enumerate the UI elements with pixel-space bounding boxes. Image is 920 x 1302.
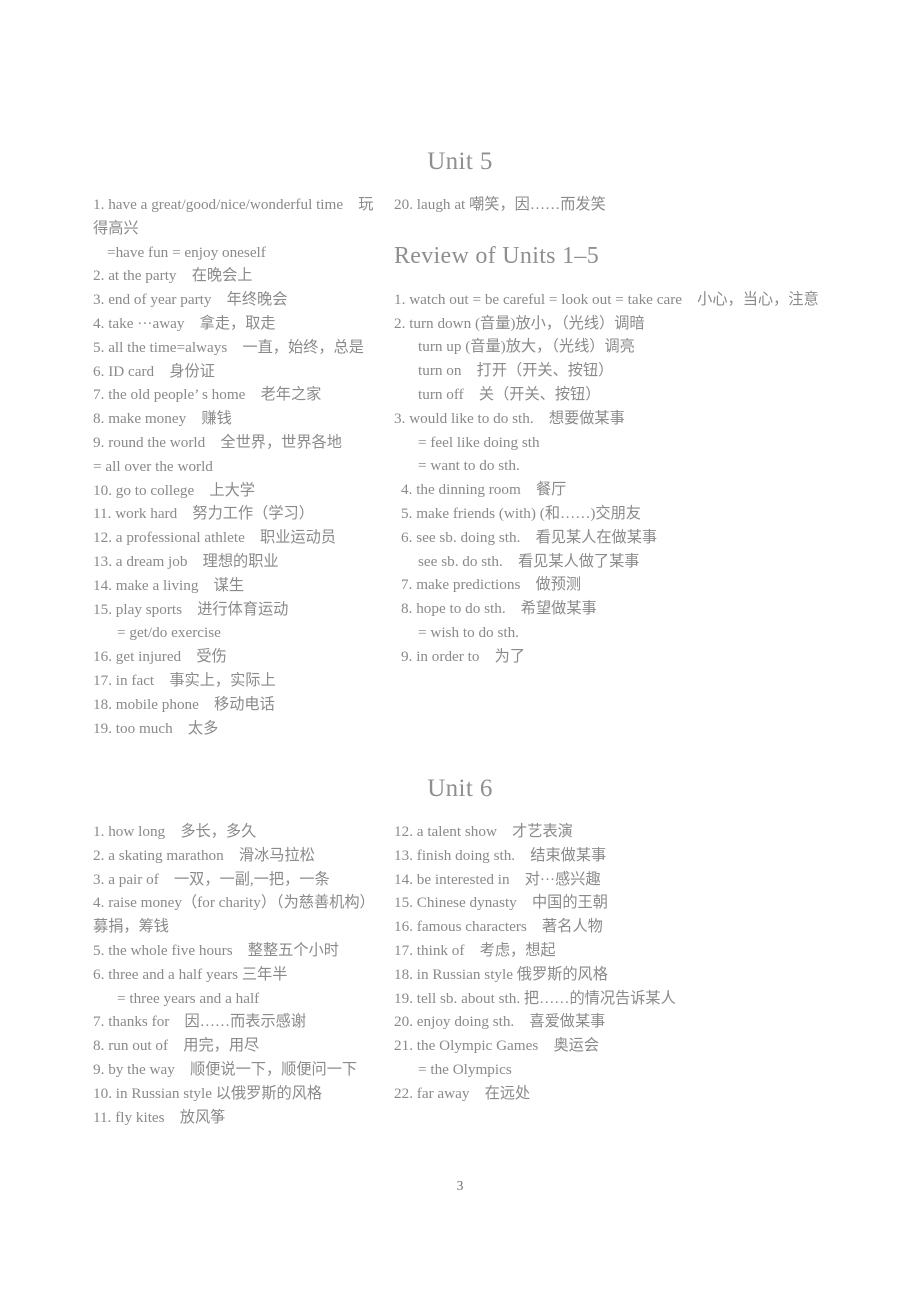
unit6-left-entry-list: 1. how long 多长，多久 2. a skating marathon 滑… xyxy=(93,820,385,1129)
unit5-body: 1. have a great/good/nice/wonderful time… xyxy=(0,193,920,740)
phrase-entry: = all over the world xyxy=(93,457,213,475)
phrase-entry: 4. the dinning room 餐厅 xyxy=(401,481,567,499)
unit6-right-column: 12. a talent show 才艺表演 13. finish doing s… xyxy=(385,820,840,1106)
phrase-entry: 20. enjoy doing sth. 喜爱做某事 xyxy=(394,1013,606,1031)
phrase-entry: 6. ID card 身份证 xyxy=(93,362,215,380)
phrase-entry: 1. watch out = be careful = look out = t… xyxy=(394,290,819,308)
phrase-entry: 7. thanks for 因……而表示感谢 xyxy=(93,1013,307,1031)
phrase-entry: = get/do exercise xyxy=(117,624,221,642)
phrase-entry: 12. a professional athlete 职业运动员 xyxy=(93,529,336,547)
phrase-entry: 4. take ···away 拿走，取走 xyxy=(93,314,276,332)
phrase-entry: 16. famous characters 著名人物 xyxy=(394,918,603,936)
phrase-entry: 1. have a great/good/nice/wonderful time… xyxy=(93,196,374,237)
phrase-entry: 12. a talent show 才艺表演 xyxy=(394,823,573,840)
phrase-entry: 13. finish doing sth. 结束做某事 xyxy=(394,846,607,864)
phrase-entry: 9. by the way 顺便说一下，顺便问一下 xyxy=(93,1060,358,1078)
phrase-entry: 15. Chinese dynasty 中国的王朝 xyxy=(394,894,608,912)
phrase-entry: 9. in order to 为了 xyxy=(401,647,526,665)
phrase-entry: 8. hope to do sth. 希望做某事 xyxy=(401,600,597,618)
phrase-entry: 17. think of 考虑，想起 xyxy=(394,941,556,959)
phrase-entry: 7. make predictions 做预测 xyxy=(401,576,582,594)
phrase-entry: 16. get injured 受伤 xyxy=(93,648,227,666)
phrase-entry: turn up (音量)放大，（光线）调亮 xyxy=(418,338,635,356)
phrase-entry: 18. mobile phone 移动电话 xyxy=(93,695,275,713)
phrase-entry: 17. in fact 事实上，实际上 xyxy=(93,671,276,689)
unit5-left-entry-list: 1. have a great/good/nice/wonderful time… xyxy=(93,193,385,740)
phrase-entry: see sb. do sth. 看见某人做了某事 xyxy=(418,552,640,570)
phrase-entry: turn off 关（开关、按钮） xyxy=(418,385,601,403)
phrase-entry: 15. play sports 进行体育运动 xyxy=(93,600,289,618)
unit5-heading: Unit 5 xyxy=(427,148,493,175)
phrase-entry: 7. the old people’ s home 老年之家 xyxy=(93,386,322,404)
phrase-entry: = want to do sth. xyxy=(418,457,520,475)
phrase-entry: 22. far away 在远处 xyxy=(394,1084,531,1102)
phrase-entry: 5. the whole five hours 整整五个小时 xyxy=(93,941,339,959)
phrase-entry: 3. would like to do sth. 想要做某事 xyxy=(394,409,625,427)
phrase-entry: 1. how long 多长，多久 xyxy=(93,823,257,840)
phrase-entry: 2. a skating marathon 滑冰马拉松 xyxy=(93,846,315,864)
phrase-entry: = feel like doing sth xyxy=(418,433,540,451)
phrase-entry: 20. laugh at 嘲笑，因……而发笑 xyxy=(394,196,606,213)
phrase-entry: 14. make a living 谋生 xyxy=(93,576,245,594)
document-page: Unit 5 1. have a great/good/nice/wonderf… xyxy=(0,0,920,1302)
phrase-entry: 21. the Olympic Games 奥运会 xyxy=(394,1037,600,1055)
phrase-entry: 3. a pair of 一双，一副,一把，一条 xyxy=(93,870,330,888)
phrase-entry: = three years and a half xyxy=(117,989,260,1007)
phrase-entry: 10. in Russian style 以俄罗斯的风格 xyxy=(93,1084,323,1102)
phrase-entry: 19. tell sb. about sth. 把……的情况告诉某人 xyxy=(394,989,676,1007)
phrase-entry: turn on 打开（开关、按钮） xyxy=(418,362,614,380)
phrase-entry: 4. raise money（for charity）（为慈善机构）募捐，筹钱 xyxy=(93,894,375,936)
unit6-right-entry-list: 12. a talent show 才艺表演 13. finish doing s… xyxy=(394,820,840,1106)
spacer-before-review xyxy=(394,217,840,243)
phrase-entry: 8. run out of 用完，用尽 xyxy=(93,1037,260,1055)
unit6-body: 1. how long 多长，多久 2. a skating marathon 滑… xyxy=(0,820,920,1129)
unit5-left-column: 1. have a great/good/nice/wonderful time… xyxy=(0,193,385,740)
phrase-entry: 19. too much 太多 xyxy=(93,719,219,737)
phrase-entry: 5. make friends (with) (和……)交朋友 xyxy=(401,504,641,522)
phrase-entry: 3. end of year party 年终晚会 xyxy=(93,291,288,309)
phrase-entry: =have fun = enjoy oneself xyxy=(107,243,266,261)
phrase-entry: 2. at the party 在晚会上 xyxy=(93,267,253,285)
spacer-after-review-heading xyxy=(394,270,840,288)
review-heading: Review of Units 1–5 xyxy=(394,242,600,269)
phrase-entry: 8. make money 赚钱 xyxy=(93,410,232,428)
phrase-entry: 10. go to college 上大学 xyxy=(93,481,255,499)
phrase-entry: 9. round the world 全世界，世界各地 xyxy=(93,433,342,451)
phrase-entry: = wish to do sth. xyxy=(418,623,519,641)
review-entry-list: 1. watch out = be careful = look out = t… xyxy=(394,288,840,669)
phrase-entry: 6. see sb. doing sth. 看见某人在做某事 xyxy=(401,528,658,546)
phrase-entry: 2. turn down (音量)放小，（光线）调暗 xyxy=(394,314,645,332)
unit5-right-entry-list: 20. laugh at 嘲笑，因……而发笑 xyxy=(394,193,840,217)
unit5-right-column: 20. laugh at 嘲笑，因……而发笑 Review of Units 1… xyxy=(385,193,840,669)
phrase-entry: 18. in Russian style 俄罗斯的风格 xyxy=(394,965,608,983)
unit6-left-column: 1. how long 多长，多久 2. a skating marathon 滑… xyxy=(0,820,385,1129)
phrase-entry: 14. be interested in 对···感兴趣 xyxy=(394,870,601,888)
phrase-entry: 11. fly kites 放风筝 xyxy=(93,1108,226,1126)
phrase-entry: 5. all the time=always 一直，始终，总是 xyxy=(93,338,364,356)
phrase-entry: 6. three and a half years 三年半 xyxy=(93,965,288,983)
unit6-heading: Unit 6 xyxy=(427,775,493,802)
phrase-entry: 11. work hard 努力工作（学习） xyxy=(93,505,314,523)
page-number: 3 xyxy=(456,1178,464,1193)
phrase-entry: 13. a dream job 理想的职业 xyxy=(93,552,279,570)
unit6-heading-wrapper: Unit 6 xyxy=(0,775,920,803)
unit5-heading-wrapper: Unit 5 xyxy=(0,148,920,176)
phrase-entry: = the Olympics xyxy=(418,1060,512,1078)
